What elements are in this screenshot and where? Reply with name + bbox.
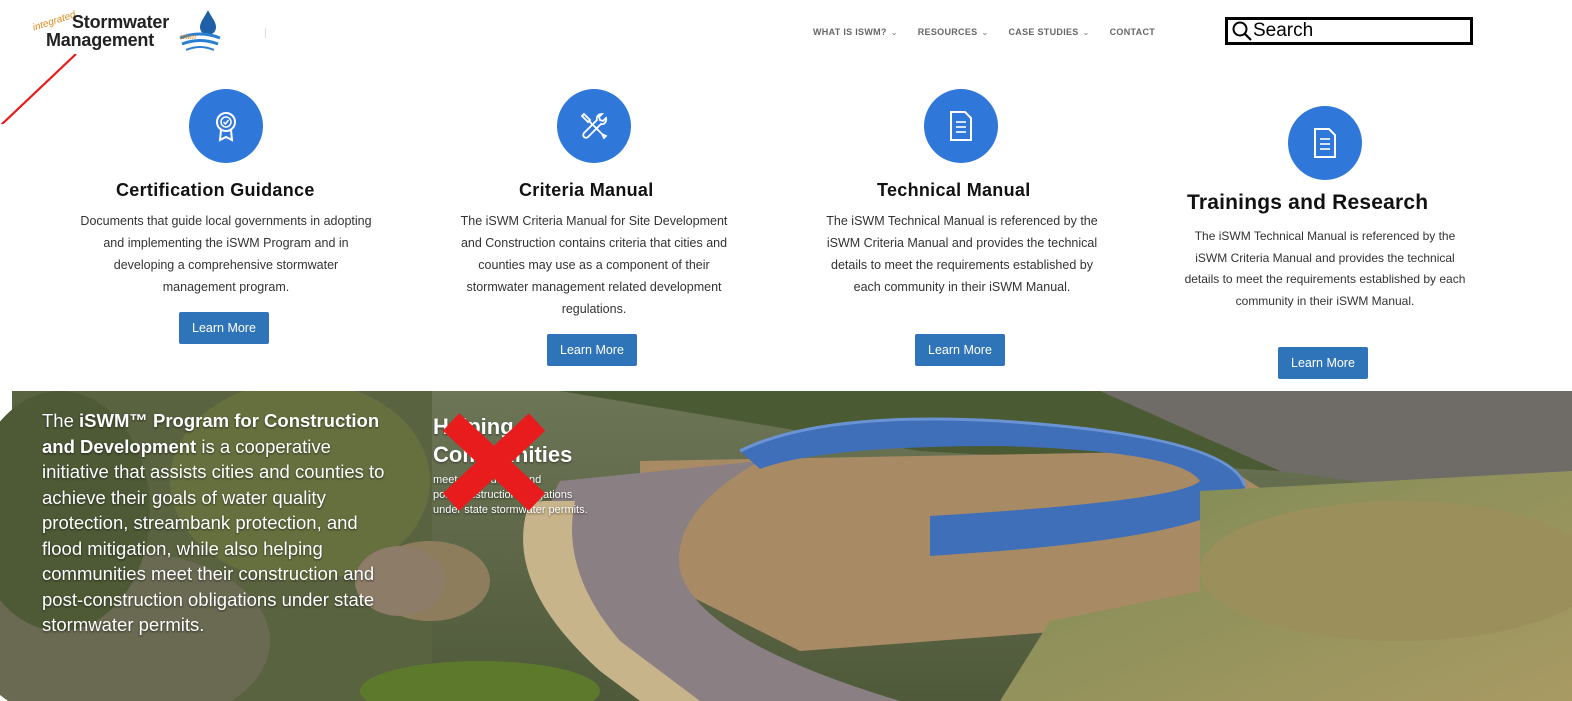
chevron-down-icon: ⌄ [981,27,989,37]
header-divider [265,28,266,38]
nav-item-case-studies[interactable]: CASE STUDIES ⌄ [1008,27,1089,37]
nav-item-contact[interactable]: CONTACT [1110,27,1155,37]
nav-item-resources[interactable]: RESOURCES ⌄ [918,27,989,37]
hero-intro-text: The iSWM™ Program for Construction and D… [42,410,385,635]
award-ribbon-icon [189,89,263,163]
card-description: Documents that guide local governments i… [80,214,372,294]
card-description: The iSWM Criteria Manual for Site Develo… [460,214,728,316]
learn-more-button[interactable]: Learn More [915,334,1005,366]
learn-more-button[interactable]: Learn More [1278,347,1368,379]
search-input[interactable]: Search [1225,17,1473,45]
svg-text:iswm: iswm [180,34,196,41]
card-title: Technical Manual [877,180,1031,200]
card-title: Trainings and Research [1187,191,1429,214]
annotation-arrow-line [0,54,77,124]
nav-item-what-is-iswm[interactable]: WHAT IS ISWM? ⌄ [813,27,898,37]
site-logo[interactable]: integrated Stormwater Management iswm [31,6,232,52]
learn-more-button[interactable]: Learn More [179,312,269,344]
annotation-cross-icon [442,413,546,511]
chevron-down-icon: ⌄ [1082,27,1090,37]
card-title: Certification Guidance [116,180,315,200]
water-drop-icon: iswm [179,10,221,51]
logo-text-line2: Management [46,30,155,50]
card-title: Criteria Manual [519,180,654,200]
tools-icon [557,89,631,163]
hero-banner: The iSWM™ Program for Construction and D… [0,391,1572,701]
document-icon [1288,106,1362,180]
card-description: The iSWM Technical Manual is referenced … [826,214,1098,294]
search-icon [1232,21,1252,41]
chevron-down-icon: ⌄ [890,27,898,37]
document-icon [924,89,998,163]
search-placeholder: Search [1253,20,1314,41]
learn-more-button[interactable]: Learn More [547,334,637,366]
main-nav: WHAT IS ISWM? ⌄ RESOURCES ⌄ CASE STUDIES… [813,27,1155,37]
card-description: The iSWM Technical Manual is referenced … [1184,229,1466,308]
